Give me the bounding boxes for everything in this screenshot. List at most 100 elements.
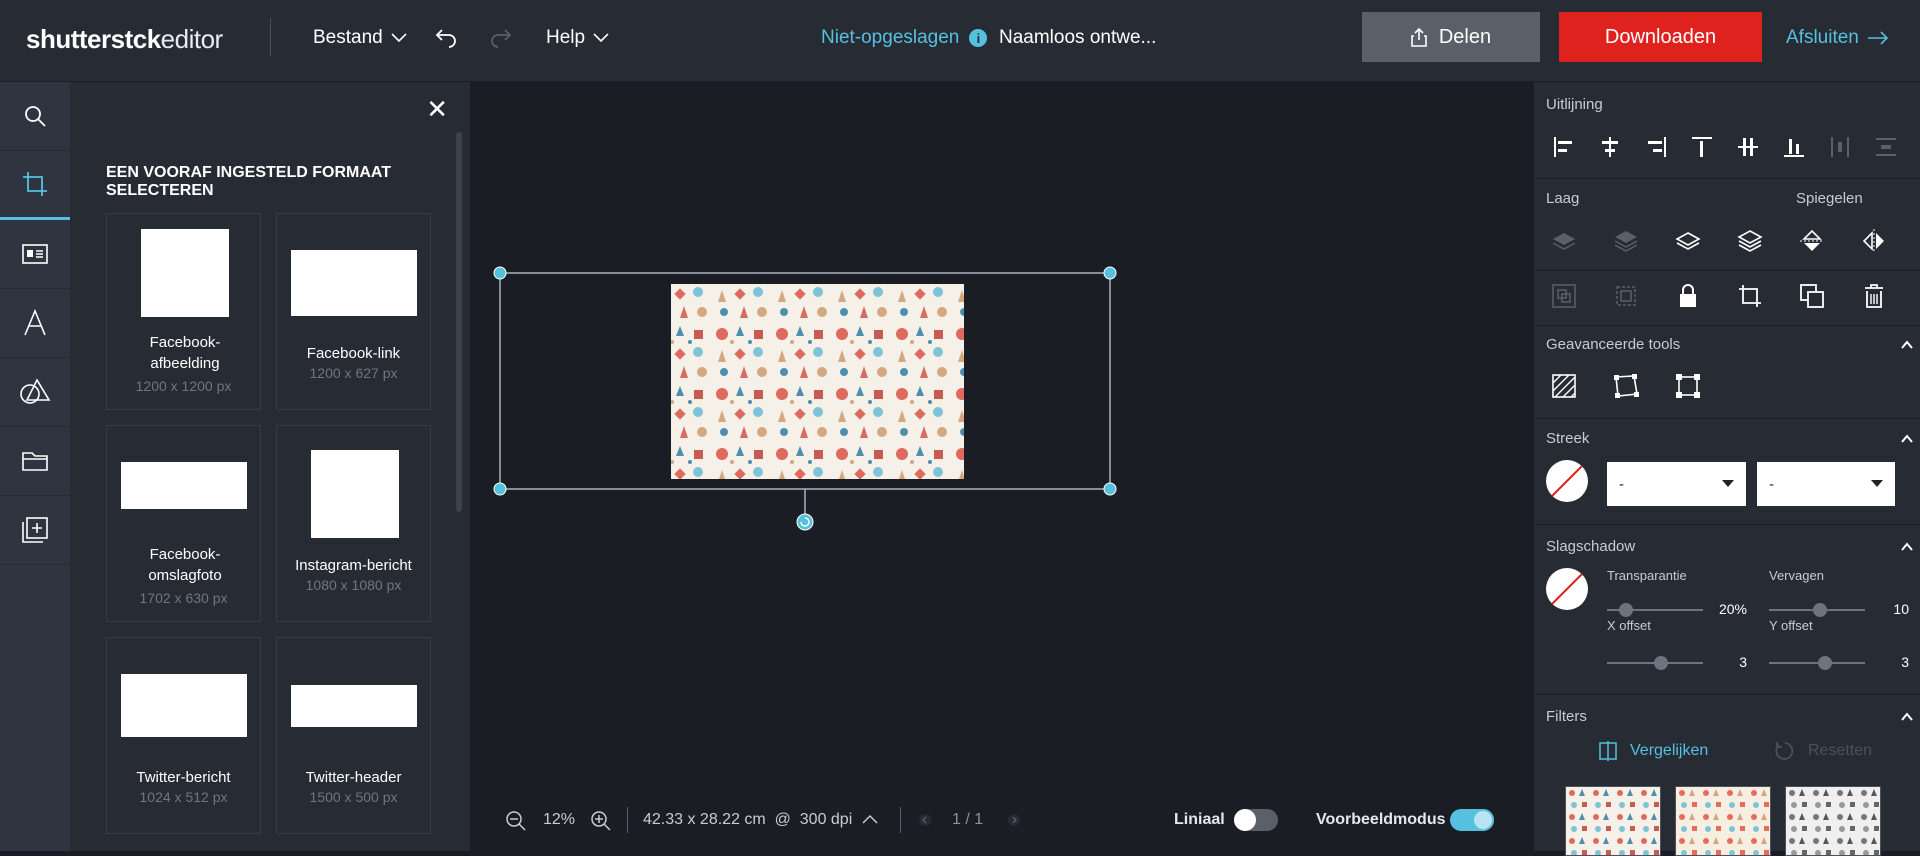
preset-facebook-image[interactable]: Facebook-afbeelding 1200 x 1200 px: [106, 213, 261, 410]
preset-name: Facebook-omslagfoto: [148, 546, 222, 584]
undo-icon[interactable]: [434, 24, 460, 50]
help-menu[interactable]: Help: [546, 27, 609, 49]
share-icon: [1411, 27, 1427, 47]
resize-handle[interactable]: [1103, 266, 1117, 280]
edit-points-icon[interactable]: [1608, 368, 1644, 404]
save-status[interactable]: Niet-opgeslagen i: [821, 27, 988, 49]
align-left-icon[interactable]: [1546, 129, 1582, 165]
advanced-tools-label: Geavanceerde tools: [1546, 336, 1681, 353]
stroke-width-select[interactable]: -: [1607, 462, 1746, 506]
prev-page-icon[interactable]: [919, 813, 931, 827]
preset-twitter-header[interactable]: Twitter-header 1500 x 500 px: [276, 637, 431, 834]
zoom-out-icon[interactable]: [505, 810, 527, 832]
preset-shape: [311, 450, 399, 538]
align-bottom-icon[interactable]: [1776, 129, 1812, 165]
transparency-slider[interactable]: [1607, 603, 1703, 617]
compare-label: Vergelijken: [1630, 742, 1709, 759]
transform-icon[interactable]: [1670, 368, 1706, 404]
blur-slider[interactable]: [1769, 603, 1865, 617]
file-menu[interactable]: Bestand: [313, 27, 407, 49]
flip-horizontal-icon[interactable]: [1856, 223, 1892, 259]
filter-thumbnail-grayscale[interactable]: [1785, 786, 1881, 856]
preset-instagram-post[interactable]: Instagram-bericht 1080 x 1080 px: [276, 425, 431, 622]
distribute-horizontal-icon[interactable]: [1822, 129, 1858, 165]
share-button[interactable]: Delen: [1362, 12, 1540, 62]
bring-forward-icon[interactable]: [1670, 223, 1706, 259]
align-right-icon[interactable]: [1638, 129, 1674, 165]
align-top-icon[interactable]: [1684, 129, 1720, 165]
collapse-icon[interactable]: [1900, 338, 1914, 352]
preset-shape: [291, 685, 417, 727]
christmas-pattern-image[interactable]: [671, 284, 964, 479]
document-name[interactable]: Naamloos ontwe...: [999, 27, 1156, 49]
trash-icon[interactable]: [1856, 278, 1892, 314]
crop-icon[interactable]: [1732, 278, 1768, 314]
templates-nav[interactable]: [0, 220, 70, 289]
slider-knob[interactable]: [1818, 656, 1832, 670]
preset-facebook-link[interactable]: Facebook-link 1200 x 627 px: [276, 213, 431, 410]
resize-handle[interactable]: [493, 266, 507, 280]
next-page-icon[interactable]: [1008, 813, 1020, 827]
slider-knob[interactable]: [1619, 603, 1633, 617]
lock-icon[interactable]: [1670, 278, 1706, 314]
rotate-handle[interactable]: [796, 513, 814, 531]
preset-twitter-post[interactable]: Twitter-bericht 1024 x 512 px: [106, 637, 261, 834]
resize-handle[interactable]: [493, 482, 507, 496]
pages-nav[interactable]: [0, 496, 70, 565]
reset-label: Resetten: [1808, 742, 1873, 759]
pattern-fill-icon[interactable]: [1546, 368, 1582, 404]
download-button[interactable]: Downloaden: [1559, 12, 1762, 62]
slider-knob[interactable]: [1813, 603, 1827, 617]
redo-icon[interactable]: [487, 24, 513, 50]
ruler-toggle[interactable]: [1234, 809, 1278, 831]
preview-mode-label: Voorbeeldmodus: [1316, 811, 1446, 828]
collapse-icon[interactable]: [1900, 432, 1914, 446]
zoom-in-icon[interactable]: [590, 810, 612, 832]
uploads-nav[interactable]: [0, 427, 70, 496]
info-icon[interactable]: i: [969, 29, 988, 47]
preview-mode-toggle[interactable]: [1450, 809, 1494, 831]
layer-label: Laag: [1546, 190, 1580, 207]
align-middle-icon[interactable]: [1730, 129, 1766, 165]
distribute-vertical-icon[interactable]: [1868, 129, 1904, 165]
resize-handle[interactable]: [1103, 482, 1117, 496]
preset-facebook-cover[interactable]: Facebook-omslagfoto 1702 x 630 px: [106, 425, 261, 622]
group-icon[interactable]: [1546, 278, 1582, 314]
chevron-down-icon: [391, 33, 407, 43]
send-to-back-icon[interactable]: [1546, 223, 1582, 259]
search-nav[interactable]: [0, 82, 70, 151]
x-offset-slider[interactable]: [1607, 656, 1703, 670]
align-center-icon[interactable]: [1592, 129, 1628, 165]
duplicate-icon[interactable]: [1794, 278, 1830, 314]
send-backward-icon[interactable]: [1608, 223, 1644, 259]
stroke-color-swatch[interactable]: [1546, 460, 1588, 502]
zoom-level[interactable]: 12%: [543, 811, 575, 829]
x-offset-value: 3: [1739, 654, 1747, 670]
preset-name: Facebook-afbeelding: [149, 334, 221, 372]
slider-knob[interactable]: [1654, 656, 1668, 670]
compare-button[interactable]: Vergelijken: [1598, 740, 1708, 762]
panel-scrollbar[interactable]: [456, 132, 462, 512]
arrow-right-icon: [1867, 31, 1889, 45]
shapes-nav[interactable]: [0, 358, 70, 427]
bring-to-front-icon[interactable]: [1732, 223, 1768, 259]
chevron-up-icon[interactable]: [862, 813, 878, 825]
canvas-area[interactable]: [470, 82, 1533, 851]
collapse-icon[interactable]: [1900, 540, 1914, 554]
collapse-icon[interactable]: [1900, 710, 1914, 724]
reset-button[interactable]: Resetten: [1774, 740, 1872, 762]
ungroup-icon[interactable]: [1608, 278, 1644, 314]
exit-link[interactable]: Afsluiten: [1786, 27, 1889, 49]
panel-title: EEN VOORAF INGESTELD FORMAAT SELECTEREN: [106, 164, 392, 199]
stroke-style-select[interactable]: -: [1757, 462, 1895, 506]
text-nav[interactable]: [0, 289, 70, 358]
flip-vertical-icon[interactable]: [1794, 223, 1830, 259]
shutterstock-editor-logo[interactable]: shutterstckeditor: [26, 24, 223, 55]
shadow-color-swatch[interactable]: [1546, 568, 1588, 610]
filter-thumbnail-original[interactable]: [1565, 786, 1661, 856]
y-offset-slider[interactable]: [1769, 656, 1865, 670]
resize-nav[interactable]: [0, 151, 70, 220]
filter-thumbnail-warm[interactable]: [1675, 786, 1771, 856]
close-icon[interactable]: ✕: [426, 94, 448, 125]
compare-icon: [1599, 741, 1617, 761]
